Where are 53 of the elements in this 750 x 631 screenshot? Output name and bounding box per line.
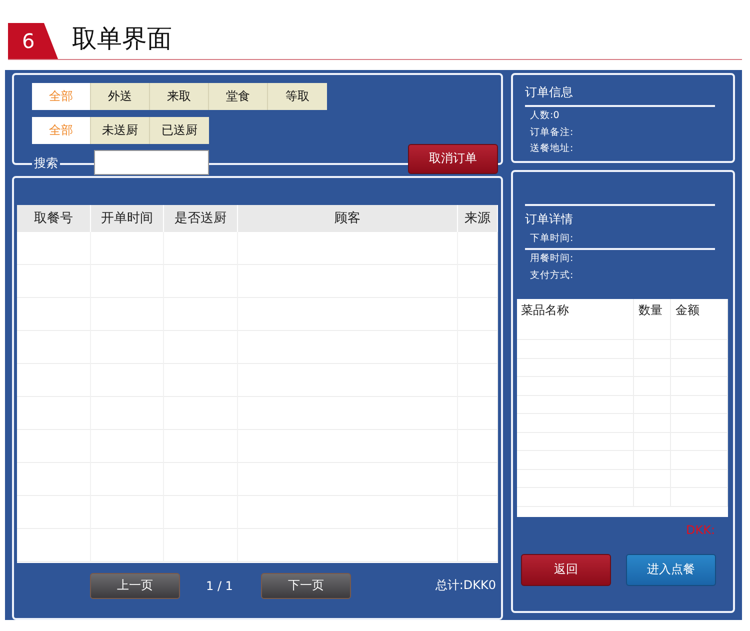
- table-cell: [671, 432, 728, 451]
- cancel-order-button[interactable]: 取消订单: [408, 144, 498, 174]
- column-header: 数量: [634, 298, 672, 322]
- filter-tab[interactable]: 已送厨: [150, 117, 209, 144]
- info-field: 支付方式:: [525, 267, 715, 284]
- table-cell: [671, 451, 728, 470]
- info-field: 用餐时间:: [525, 250, 715, 267]
- back-button[interactable]: 返回: [521, 554, 611, 586]
- table-cell: [458, 330, 498, 364]
- table-cell: [458, 496, 498, 529]
- table-cell: [458, 298, 498, 331]
- table-cell: [671, 377, 728, 396]
- table-cell: [458, 528, 498, 562]
- column-header: 取餐号: [17, 204, 91, 232]
- column-header: 是否送厨: [164, 204, 238, 232]
- column-header: 开单时间: [91, 204, 164, 232]
- section-heading: 订单信息: [525, 84, 574, 101]
- section-number: 6: [8, 23, 58, 59]
- column-header: 金额: [671, 298, 728, 322]
- column-header: 菜品名称: [517, 298, 634, 322]
- table-cell: [458, 396, 498, 430]
- total-amount: 总计:DKK0: [435, 577, 496, 594]
- next-page-button[interactable]: 下一页: [260, 572, 351, 599]
- table-cell: [671, 470, 728, 488]
- filter-tab[interactable]: 等取: [268, 83, 327, 110]
- table-cell: [671, 488, 728, 506]
- previous-page-button[interactable]: 上一页: [90, 572, 180, 599]
- info-field: 下单时间:: [525, 230, 715, 248]
- filter-tab[interactable]: 外送: [91, 83, 150, 110]
- table-cell: [458, 264, 498, 298]
- column-header: 来源: [458, 204, 498, 232]
- table-cell: [671, 322, 728, 340]
- info-field: 送餐地址:: [525, 141, 715, 158]
- info-field: 订单备注:: [525, 124, 715, 141]
- table-cell: [458, 364, 498, 397]
- info-field: 人数:0: [525, 108, 715, 124]
- page-indicator: 1 / 1: [206, 578, 233, 593]
- table-cell: [671, 358, 728, 377]
- table-cell: [671, 396, 728, 414]
- table-cell: [458, 232, 498, 265]
- amount-label: DKK:: [686, 522, 715, 536]
- table-cell: [671, 340, 728, 358]
- section-heading: 订单详情: [525, 211, 574, 228]
- table-cell: [671, 414, 728, 432]
- filter-tab[interactable]: 未送厨: [91, 117, 150, 144]
- filter-tab[interactable]: 堂食: [209, 83, 268, 110]
- start-ordering-button[interactable]: 进入点餐: [626, 554, 716, 586]
- table-cell: [458, 462, 498, 496]
- filter-tab[interactable]: 来取: [150, 83, 209, 110]
- column-header: 顾客: [238, 204, 458, 232]
- search-field[interactable]: [94, 150, 209, 176]
- table-cell: [458, 430, 498, 463]
- page-title: 取单界面: [72, 23, 172, 55]
